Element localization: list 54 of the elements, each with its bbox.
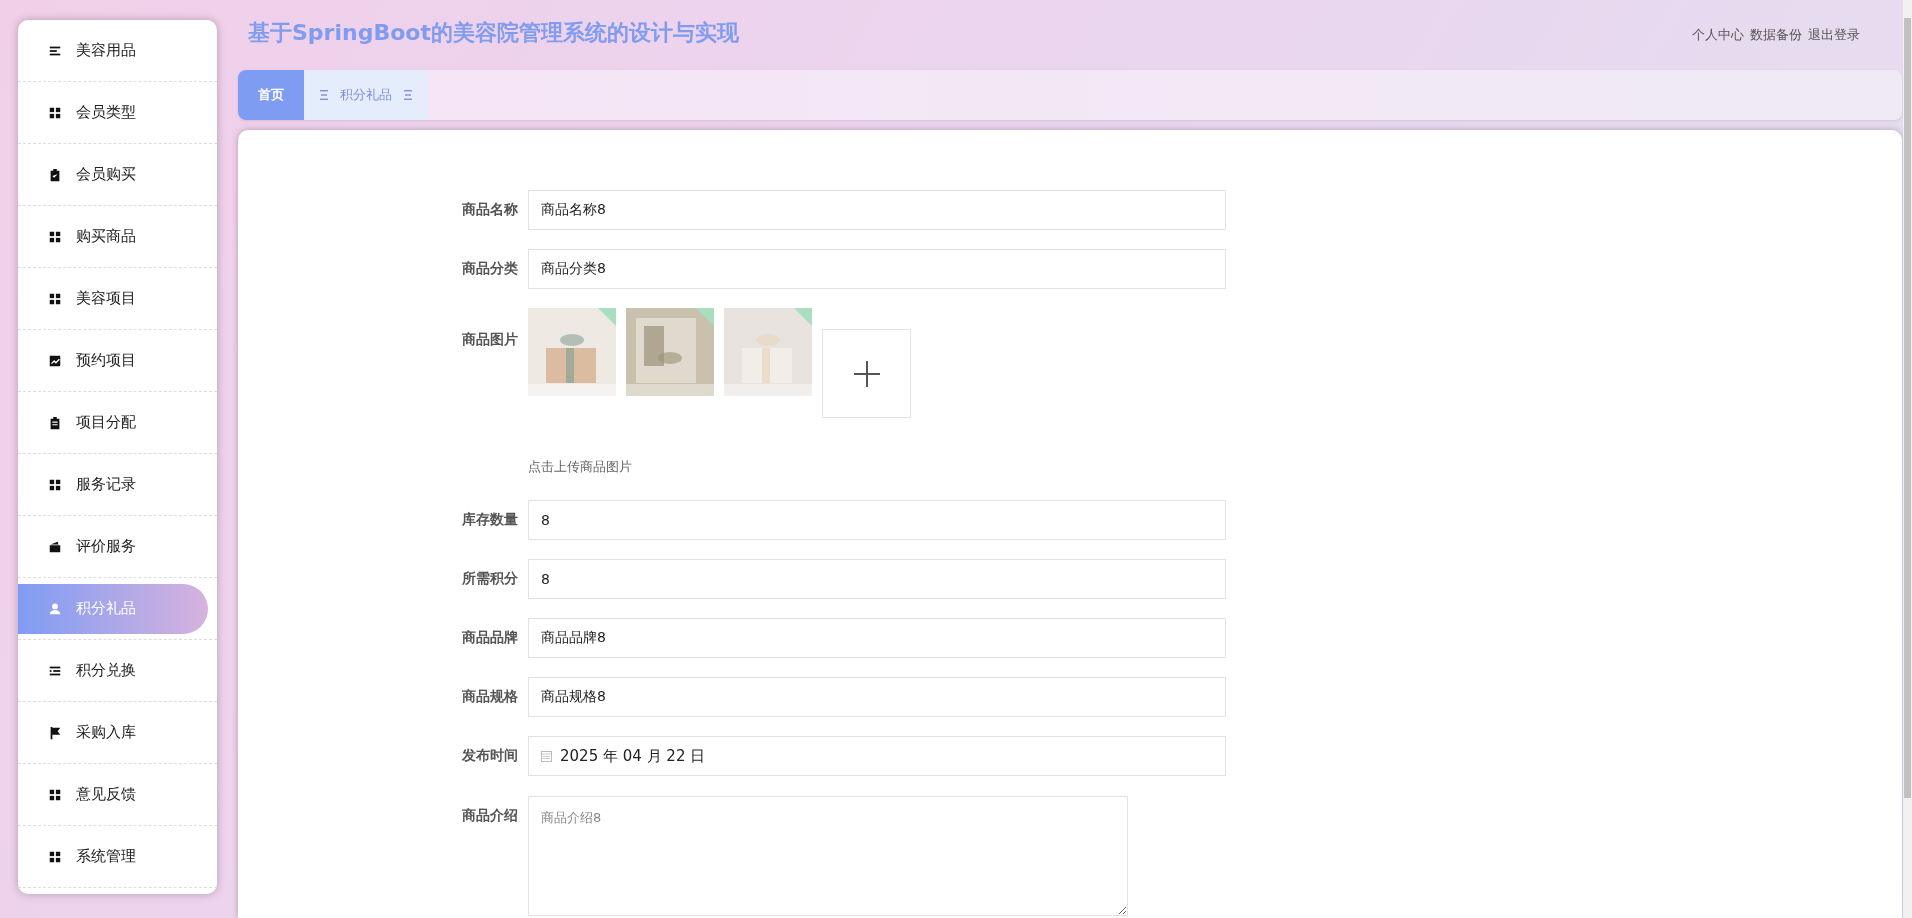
- chart-icon: [48, 353, 62, 368]
- grid-icon: [48, 787, 62, 802]
- upload-button[interactable]: [822, 329, 911, 418]
- textarea-field[interactable]: 商品介绍8: [528, 796, 1128, 916]
- upload-hint: 点击上传商品图片: [528, 458, 633, 476]
- sidebar-item[interactable]: 美容用品: [18, 25, 209, 76]
- grid-icon: [48, 291, 62, 306]
- text-field[interactable]: 商品名称8: [528, 190, 1226, 230]
- sidebar-item[interactable]: 积分兑换: [18, 645, 209, 696]
- grid-icon: [48, 477, 62, 492]
- grid-icon: [48, 849, 62, 864]
- flag-icon: [48, 725, 62, 740]
- field-label: 发布时间: [461, 746, 519, 765]
- text-field[interactable]: 8: [528, 500, 1226, 540]
- sidebar-item[interactable]: 采购入库: [18, 707, 209, 758]
- wallet-icon: [48, 539, 62, 554]
- sidebar-item[interactable]: 系统管理: [18, 831, 209, 882]
- app-title: 基于SpringBoot的美容院管理系统的设计与实现: [248, 19, 739, 47]
- calendar-icon: [541, 750, 552, 762]
- sidebar-item[interactable]: 美容项目: [18, 273, 209, 324]
- sidebar-item[interactable]: 意见反馈: [18, 769, 209, 820]
- field-label: 商品品牌: [461, 628, 519, 647]
- sidebar-item[interactable]: 评价服务: [18, 521, 209, 572]
- field-label: 商品分类: [461, 259, 519, 278]
- field-label: 商品规格: [461, 687, 519, 706]
- field-label: 商品名称: [461, 200, 519, 219]
- sidebar-item[interactable]: 预约项目: [18, 335, 209, 386]
- sidebar-item[interactable]: 服务记录: [18, 459, 209, 510]
- text-field[interactable]: 8: [528, 559, 1226, 599]
- menu-icon: [404, 90, 412, 100]
- sidebar-item[interactable]: 会员购买: [18, 149, 209, 200]
- clipboard-check-icon: [48, 167, 62, 182]
- sidebar-item[interactable]: 会员类型: [18, 87, 209, 138]
- sidebar-item[interactable]: 项目分配: [18, 397, 209, 448]
- text-field[interactable]: 商品品牌8: [528, 618, 1226, 658]
- field-label: 库存数量: [461, 510, 519, 529]
- grid-icon: [48, 229, 62, 244]
- scrollbar[interactable]: [1903, 0, 1912, 918]
- grid-icon: [48, 105, 62, 120]
- text-field[interactable]: 商品分类8: [528, 249, 1226, 289]
- clipboard-icon: [48, 415, 62, 430]
- field-label: 商品图片: [461, 330, 519, 349]
- header-link[interactable]: 个人中心: [1692, 26, 1744, 44]
- text-field[interactable]: 商品规格8: [528, 677, 1226, 717]
- field-label: 所需积分: [461, 569, 519, 588]
- menu-icon: [320, 90, 328, 100]
- plus-icon: [852, 359, 881, 388]
- user-icon: [48, 601, 62, 616]
- field-label: 商品介绍: [461, 806, 519, 825]
- header-link[interactable]: 数据备份: [1750, 26, 1802, 44]
- date-field[interactable]: 2025 年 04 月 22 日: [528, 736, 1226, 776]
- sidebar-item[interactable]: 购买商品: [18, 211, 209, 262]
- header-link[interactable]: 退出登录: [1808, 26, 1860, 44]
- date-value: 2025 年 04 月 22 日: [560, 746, 706, 766]
